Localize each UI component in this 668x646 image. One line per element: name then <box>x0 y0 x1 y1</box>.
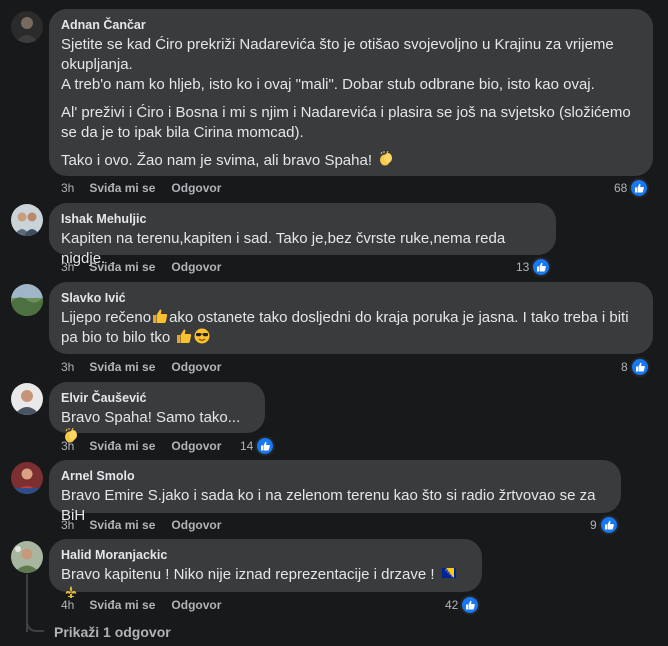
comment-text-segment: Tako i ovo. Žao nam je svima, ali bravo … <box>61 152 372 169</box>
comment-author[interactable]: Adnan Čančar <box>61 17 641 33</box>
thumbs-up-icon <box>255 436 276 456</box>
comment-text-segment: Bravo Spaha! Samo tako... <box>61 409 241 426</box>
comment-actions: 3h Sviđa mi se Odgovor <box>61 517 221 533</box>
avatar[interactable] <box>11 383 43 415</box>
reaction-count[interactable]: 14 <box>240 436 276 456</box>
comment-text: Al' preživi i Ćiro i Bosna i mi s njim i… <box>61 104 631 141</box>
comment-text-segment: Bravo kapitenu ! Niko nije iznad repreze… <box>61 566 435 583</box>
reply-button[interactable]: Odgovor <box>171 180 221 196</box>
comment-author[interactable]: Elvir Čaušević <box>61 390 253 406</box>
reply-button[interactable]: Odgovor <box>171 438 221 454</box>
reaction-number: 13 <box>516 260 530 274</box>
comment-bubble: Halid Moranjackic Bravo kapitenu ! Niko … <box>49 539 482 598</box>
like-button[interactable]: Sviđa mi se <box>89 359 155 375</box>
comment-time[interactable]: 3h <box>61 180 74 196</box>
bosnia-flag-icon <box>441 565 457 581</box>
reply-button[interactable]: Odgovor <box>171 359 221 375</box>
reaction-count[interactable]: 68 <box>614 178 650 198</box>
thumbs-up-icon <box>629 357 650 377</box>
comment-text: Lijepo rečeno ako ostanete tako dosljedni… <box>61 308 641 348</box>
comment-bubble: Ishak Mehuljic Kapiten na terenu,kapiten… <box>49 203 556 267</box>
like-button[interactable]: Sviđa mi se <box>89 517 155 533</box>
reply-button[interactable]: Odgovor <box>171 517 221 533</box>
comment-actions: 3h Sviđa mi se Odgovor <box>61 180 221 196</box>
comment-author[interactable]: Slavko Ivić <box>61 290 641 306</box>
comment-bubble: Elvir Čaušević Bravo Spaha! Samo tako... <box>49 382 265 443</box>
reaction-count[interactable]: 8 <box>621 357 650 377</box>
comment-bubble: Arnel Smolo Bravo Emire S.jako i sada ko… <box>49 460 621 524</box>
comment-actions: 3h Sviđa mi se Odgovor <box>61 259 221 275</box>
avatar[interactable] <box>11 462 43 494</box>
reaction-count[interactable]: 9 <box>590 515 619 535</box>
reply-button[interactable]: Odgovor <box>171 597 221 613</box>
reaction-count[interactable]: 13 <box>516 257 552 277</box>
comment-time[interactable]: 4h <box>61 597 74 613</box>
comment-time[interactable]: 3h <box>61 259 74 275</box>
thumbs-up-icon <box>460 595 481 615</box>
comment-time[interactable]: 3h <box>61 517 74 533</box>
like-button[interactable]: Sviđa mi se <box>89 438 155 454</box>
thumbs-up-icon <box>598 515 619 535</box>
comment-author[interactable]: Ishak Mehuljic <box>61 211 544 227</box>
like-button[interactable]: Sviđa mi se <box>89 259 155 275</box>
thumbs-up-emoji-icon <box>152 308 168 324</box>
comment-bubble: Slavko Ivić Lijepo rečeno ako ostanete ta… <box>49 282 653 354</box>
clapping-hands-icon <box>378 150 394 167</box>
thread-connector <box>26 616 44 632</box>
show-replies-link[interactable]: Prikaži 1 odgovor <box>54 624 171 640</box>
like-button[interactable]: Sviđa mi se <box>89 597 155 613</box>
reaction-number: 68 <box>614 181 628 195</box>
comments-section: Adnan Čančar Sjetite se kad Ćiro prekriž… <box>0 0 668 646</box>
comment-author[interactable]: Halid Moranjackic <box>61 547 470 563</box>
comment-bubble: Adnan Čančar Sjetite se kad Ćiro prekriž… <box>49 9 653 176</box>
thumbs-up-icon <box>531 257 552 277</box>
like-button[interactable]: Sviđa mi se <box>89 180 155 196</box>
avatar[interactable] <box>11 11 43 43</box>
reaction-number: 9 <box>590 518 597 532</box>
reaction-number: 42 <box>445 598 459 612</box>
comment-text: Tako i ovo. Žao nam je svima, ali bravo … <box>61 150 641 171</box>
avatar[interactable] <box>11 541 43 573</box>
comment-text-segment: Lijepo rečeno <box>61 309 152 326</box>
sunglasses-emoji-icon <box>194 328 210 344</box>
comment-author[interactable]: Arnel Smolo <box>61 468 609 484</box>
thumbs-up-icon <box>629 178 650 198</box>
comment-time[interactable]: 3h <box>61 359 74 375</box>
reaction-number: 14 <box>240 439 254 453</box>
comment-time[interactable]: 3h <box>61 438 74 454</box>
comment-text: Sjetite se kad Ćiro prekriži Nadarevića … <box>61 36 614 93</box>
reply-button[interactable]: Odgovor <box>171 259 221 275</box>
reaction-number: 8 <box>621 360 628 374</box>
comment-actions: 4h Sviđa mi se Odgovor <box>61 597 221 613</box>
avatar[interactable] <box>11 204 43 236</box>
avatar[interactable] <box>11 284 43 316</box>
thumbs-up-emoji-icon <box>176 328 192 344</box>
comment-actions: 3h Sviđa mi se Odgovor <box>61 438 221 454</box>
reaction-count[interactable]: 42 <box>445 595 481 615</box>
comment-actions: 3h Sviđa mi se Odgovor <box>61 359 221 375</box>
